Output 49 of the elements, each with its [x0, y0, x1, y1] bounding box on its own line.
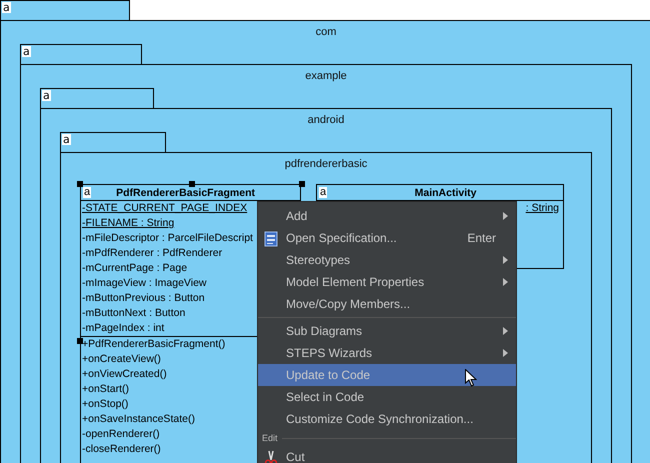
class-name: PdfRendererBasicFragment: [116, 186, 255, 198]
menu-section-label: Edit: [262, 433, 278, 443]
package-name: android: [308, 113, 344, 127]
menu-item[interactable]: Cut: [258, 446, 516, 463]
operation: -closeRenderer(): [82, 443, 161, 456]
operation: +onStart(): [82, 383, 129, 396]
package-icon-label: a: [42, 90, 51, 101]
operation: +PdfRendererBasicFragment(): [82, 338, 226, 351]
menu-item[interactable]: Model Element Properties: [258, 271, 516, 293]
attribute: : String: [526, 202, 559, 215]
mouse-pointer-icon: [465, 369, 477, 387]
class-icon-label: a: [83, 187, 92, 198]
package-name: com: [316, 25, 336, 39]
selection-handle[interactable]: [77, 338, 83, 344]
operation: +onSaveInstanceState(): [82, 413, 195, 426]
operation: +onCreateView(): [82, 353, 161, 366]
package-name: pdfrendererbasic: [284, 157, 368, 171]
attribute: -FILENAME : String: [82, 217, 174, 230]
menu-item[interactable]: Stereotypes: [258, 249, 516, 271]
menu-item[interactable]: STEPS Wizards: [258, 342, 516, 364]
attribute: -mPdfRenderer : PdfRenderer: [82, 247, 222, 260]
operation: -openRenderer(): [82, 428, 160, 441]
package-icon-label: a: [2, 2, 11, 13]
selection-handle[interactable]: [77, 181, 83, 187]
scissors-icon: [264, 450, 278, 463]
class-name: MainActivity: [414, 186, 476, 198]
attribute: -mCurrentPage : Page: [82, 262, 188, 275]
operation: +onViewCreated(): [82, 368, 167, 381]
selection-handle[interactable]: [189, 181, 195, 187]
menu-item[interactable]: Sub Diagrams: [258, 320, 516, 342]
package-name: example: [305, 69, 347, 83]
menu-item[interactable]: Open Specification... Enter: [258, 227, 516, 249]
menu-item[interactable]: Customize Code Synchronization...: [258, 408, 516, 430]
menu-item[interactable]: Select in Code: [258, 386, 516, 408]
package-icon-label: a: [22, 46, 31, 57]
class-icon-label: a: [319, 187, 328, 198]
attribute: -STATE_CURRENT_PAGE_INDEX: [82, 202, 248, 215]
document-icon: [264, 231, 278, 247]
shortcut-label: Enter: [467, 231, 496, 245]
attribute: -mPageIndex : int: [82, 322, 164, 335]
attribute: -mButtonPrevious : Button: [82, 292, 205, 305]
selection-handle[interactable]: [299, 181, 305, 187]
operation: +onStop(): [82, 398, 128, 411]
menu-item[interactable]: Add: [258, 205, 516, 227]
menu-item[interactable]: Move/Copy Members...: [258, 293, 516, 315]
attribute: -mImageView : ImageView: [82, 277, 206, 290]
attribute: -mButtonNext : Button: [82, 307, 186, 320]
package-icon-label: a: [62, 134, 71, 145]
attribute: -mFileDescriptor : ParcelFileDescript: [82, 232, 253, 245]
